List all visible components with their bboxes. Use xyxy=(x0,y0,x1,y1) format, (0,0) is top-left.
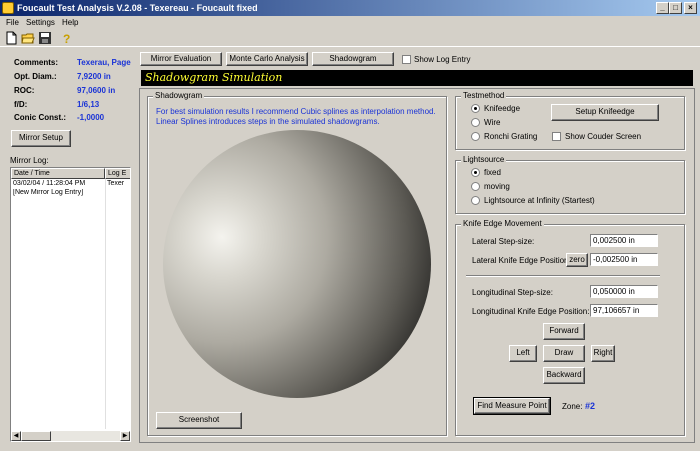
log-horizontal-scrollbar[interactable]: ◀ ▶ xyxy=(11,431,130,441)
log-row-date[interactable]: 03/02/04 / 11:28:04 PM xyxy=(13,180,105,187)
minimize-button[interactable]: _ xyxy=(656,2,669,14)
log-col-date[interactable]: Date / Time xyxy=(11,168,105,179)
menu-file[interactable]: File xyxy=(6,16,19,29)
moving-label: moving xyxy=(484,182,510,191)
tab-mirror-evaluation[interactable]: Mirror Evaluation xyxy=(140,52,222,66)
conic-value: -1,0000 xyxy=(77,113,105,122)
backward-button[interactable]: Backward xyxy=(543,367,585,384)
zone-label: Zone: xyxy=(562,402,583,411)
log-col-entry[interactable]: Log E xyxy=(105,168,130,179)
find-measure-point-button[interactable]: Find Measure Point xyxy=(473,397,551,415)
infinity-label: Lightsource at Infinity (Startest) xyxy=(484,196,595,205)
help-icon[interactable]: ? xyxy=(60,31,74,46)
shadowgram-hint: For best simulation results I recommend … xyxy=(156,107,436,126)
window-title: Foucault Test Analysis V.2.08 - Texereau… xyxy=(17,3,258,13)
fd-label: f/D: xyxy=(14,100,28,109)
svg-text:?: ? xyxy=(63,32,70,45)
lat-step-label: Lateral Step-size: xyxy=(472,237,535,246)
mirror-log-title: Mirror Log: xyxy=(10,156,49,165)
save-disk-icon[interactable] xyxy=(38,31,52,45)
long-pos-input[interactable]: 97,106657 in xyxy=(590,304,658,317)
knifeedge-label: Knifeedge xyxy=(484,104,521,113)
open-folder-icon[interactable] xyxy=(21,31,35,45)
forward-button[interactable]: Forward xyxy=(543,323,585,340)
app-icon xyxy=(2,2,14,14)
scroll-left-arrow[interactable]: ◀ xyxy=(11,431,21,441)
left-button[interactable]: Left xyxy=(509,345,537,362)
radio-knifeedge[interactable] xyxy=(471,104,480,113)
long-step-input[interactable]: 0,050000 in xyxy=(590,285,658,298)
menu-bar: File Settings Help xyxy=(0,16,700,29)
radio-moving[interactable] xyxy=(471,182,480,191)
tab-monte-carlo[interactable]: Monte Carlo Analysis xyxy=(226,52,308,66)
conic-label: Conic Const.: xyxy=(14,113,66,122)
radio-wire[interactable] xyxy=(471,118,480,127)
fd-value: 1/6,13 xyxy=(77,100,100,109)
scroll-thumb[interactable] xyxy=(21,431,51,441)
comments-value: Texerau, Page xyxy=(77,58,131,67)
window-title-bar: Foucault Test Analysis V.2.08 - Texereau… xyxy=(0,0,700,16)
lat-pos-input[interactable]: -0,002500 in xyxy=(590,253,658,266)
roc-label: ROC: xyxy=(14,86,35,95)
show-log-checkbox[interactable] xyxy=(402,55,411,64)
lightsource-title: Lightsource xyxy=(461,155,507,164)
zone-value: #2 xyxy=(585,401,596,411)
setup-knifeedge-button[interactable]: Setup Knifeedge xyxy=(551,104,659,121)
diam-value: 7,9200 in xyxy=(77,72,111,81)
simulation-title: Shadowgram Simulation xyxy=(141,70,693,86)
log-row-new[interactable]: [New Mirror Log Entry] xyxy=(13,189,105,196)
long-step-label: Longitudinal Step-size: xyxy=(472,288,553,297)
menu-help[interactable]: Help xyxy=(62,16,78,29)
mirror-log-list[interactable]: Date / Time Log E 03/02/04 / 11:28:04 PM… xyxy=(10,167,131,442)
zero-button[interactable]: zero xyxy=(566,253,588,267)
close-button[interactable]: × xyxy=(684,2,697,14)
diam-label: Opt. Diam.: xyxy=(14,72,57,81)
new-file-icon[interactable] xyxy=(4,31,18,45)
radio-fixed[interactable] xyxy=(471,168,480,177)
fixed-label: fixed xyxy=(484,168,501,177)
mirror-setup-button[interactable]: Mirror Setup xyxy=(11,130,71,147)
couder-label: Show Couder Screen xyxy=(565,132,642,141)
comments-label: Comments: xyxy=(14,58,59,67)
roc-value: 97,0600 in xyxy=(77,86,116,95)
screenshot-button[interactable]: Screenshot xyxy=(156,412,242,429)
right-button[interactable]: Right xyxy=(591,345,615,362)
radio-infinity[interactable] xyxy=(471,196,480,205)
tab-shadowgram[interactable]: Shadowgram xyxy=(312,52,394,66)
lat-step-input[interactable]: 0,002500 in xyxy=(590,234,658,247)
lat-pos-label: Lateral Knife Edge Position: xyxy=(472,256,571,265)
wire-label: Wire xyxy=(484,118,501,127)
ronchi-label: Ronchi Grating xyxy=(484,132,538,141)
scroll-right-arrow[interactable]: ▶ xyxy=(120,431,130,441)
testmethod-title: Testmethod xyxy=(461,91,507,100)
couder-checkbox[interactable] xyxy=(552,132,561,141)
draw-button[interactable]: Draw xyxy=(543,345,585,362)
shadowgram-group-title: Shadowgram xyxy=(153,91,205,100)
radio-ronchi[interactable] xyxy=(471,132,480,141)
toolbar: ? xyxy=(0,29,700,47)
log-row-entry[interactable]: Texer xyxy=(107,180,130,187)
shadowgram-image xyxy=(163,130,431,398)
knife-divider xyxy=(466,275,660,276)
maximize-button[interactable]: □ xyxy=(669,2,682,14)
log-column-divider xyxy=(105,179,106,429)
show-log-label: Show Log Entry xyxy=(414,55,471,64)
menu-settings[interactable]: Settings xyxy=(26,16,55,29)
knife-edge-title: Knife Edge Movement xyxy=(461,219,544,228)
long-pos-label: Longitudinal Knife Edge Position: xyxy=(472,307,590,316)
